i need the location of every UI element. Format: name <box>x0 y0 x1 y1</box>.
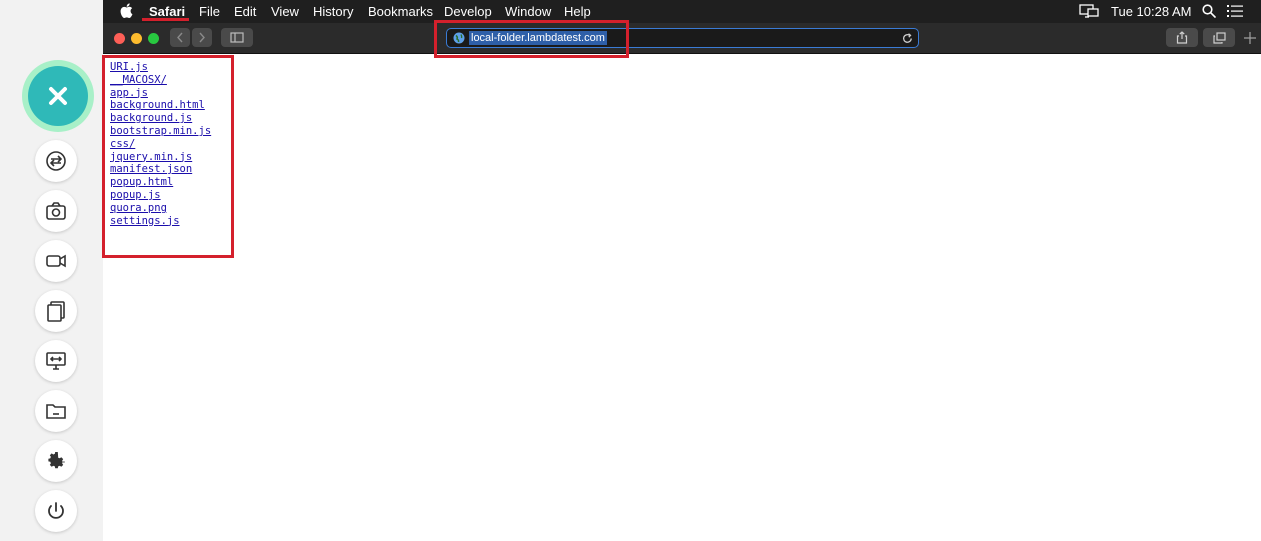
switch-icon <box>46 151 66 171</box>
display-icon <box>1079 4 1099 18</box>
close-button-inner <box>28 66 88 126</box>
window-zoom-button[interactable] <box>148 33 159 44</box>
files-button[interactable] <box>35 390 77 432</box>
file-link[interactable]: css/ <box>110 138 211 151</box>
file-link[interactable]: background.js <box>110 112 211 125</box>
file-link[interactable]: URI.js <box>110 61 211 74</box>
tabs-overview-button[interactable] <box>1203 28 1235 47</box>
resolution-button[interactable] <box>35 340 77 382</box>
file-link[interactable]: settings.js <box>110 215 211 228</box>
window-close-button[interactable] <box>114 33 125 44</box>
menu-app-name[interactable]: Safari <box>149 4 185 19</box>
file-link[interactable]: bootstrap.min.js <box>110 125 211 138</box>
file-link[interactable]: popup.js <box>110 189 211 202</box>
gallery-button[interactable] <box>35 290 77 332</box>
menubar-clock[interactable]: Tue 10:28 AM <box>1111 4 1191 19</box>
directory-listing: URI.js __MACOSX/ app.js background.html … <box>110 61 211 227</box>
sidebar-toggle-button[interactable] <box>221 28 253 47</box>
close-icon <box>49 87 67 105</box>
menu-edit[interactable]: Edit <box>234 4 256 19</box>
menu-develop[interactable]: Develop <box>444 4 492 19</box>
sidebar-icon <box>230 32 244 43</box>
search-icon <box>1202 4 1216 18</box>
notification-center-button[interactable] <box>1227 5 1243 20</box>
file-link[interactable]: background.html <box>110 99 211 112</box>
tabs-icon <box>1212 31 1226 44</box>
settings-button[interactable] <box>35 440 77 482</box>
screen-resolution-icon <box>46 352 66 370</box>
file-link[interactable]: popup.html <box>110 176 211 189</box>
safari-menu-underline <box>142 18 189 21</box>
power-icon <box>48 502 64 519</box>
plus-icon <box>1244 32 1256 44</box>
file-link[interactable]: __MACOSX/ <box>110 74 211 87</box>
menu-bookmarks[interactable]: Bookmarks <box>368 4 433 19</box>
file-link[interactable]: jquery.min.js <box>110 151 211 164</box>
share-icon <box>1176 31 1188 44</box>
share-button[interactable] <box>1166 28 1198 47</box>
end-session-button[interactable] <box>35 490 77 532</box>
window-minimize-button[interactable] <box>131 33 142 44</box>
new-tab-button[interactable] <box>1243 31 1259 51</box>
spotlight-button[interactable] <box>1202 4 1216 21</box>
apple-icon <box>120 3 133 19</box>
gear-icon <box>48 452 65 469</box>
menu-history[interactable]: History <box>313 4 353 19</box>
menu-help[interactable]: Help <box>564 4 591 19</box>
address-highlight-box <box>434 20 629 58</box>
file-link[interactable]: app.js <box>110 87 211 100</box>
file-link[interactable]: quora.png <box>110 202 211 215</box>
mac-menubar: Safari File Edit View History Bookmarks … <box>103 0 1261 23</box>
menu-window[interactable]: Window <box>505 4 551 19</box>
folder-icon <box>46 404 66 419</box>
close-session-button[interactable] <box>22 60 94 132</box>
video-icon <box>46 254 66 268</box>
lambdatest-sidebar <box>0 0 103 541</box>
screenshot-button[interactable] <box>35 190 77 232</box>
apple-menu[interactable] <box>120 3 133 21</box>
back-button[interactable] <box>170 28 190 47</box>
menu-view[interactable]: View <box>271 4 299 19</box>
gallery-icon <box>47 301 65 322</box>
chevron-left-icon <box>177 32 183 43</box>
switch-button[interactable] <box>35 140 77 182</box>
safari-toolbar: local-folder.lambdatest.com <box>103 23 1261 54</box>
forward-button[interactable] <box>192 28 212 47</box>
list-icon <box>1227 5 1243 17</box>
menu-file[interactable]: File <box>199 4 220 19</box>
camera-icon <box>46 202 66 220</box>
file-link[interactable]: manifest.json <box>110 163 211 176</box>
reload-icon[interactable] <box>902 33 913 44</box>
chevron-right-icon <box>199 32 205 43</box>
airplay-status[interactable] <box>1079 4 1099 21</box>
record-video-button[interactable] <box>35 240 77 282</box>
